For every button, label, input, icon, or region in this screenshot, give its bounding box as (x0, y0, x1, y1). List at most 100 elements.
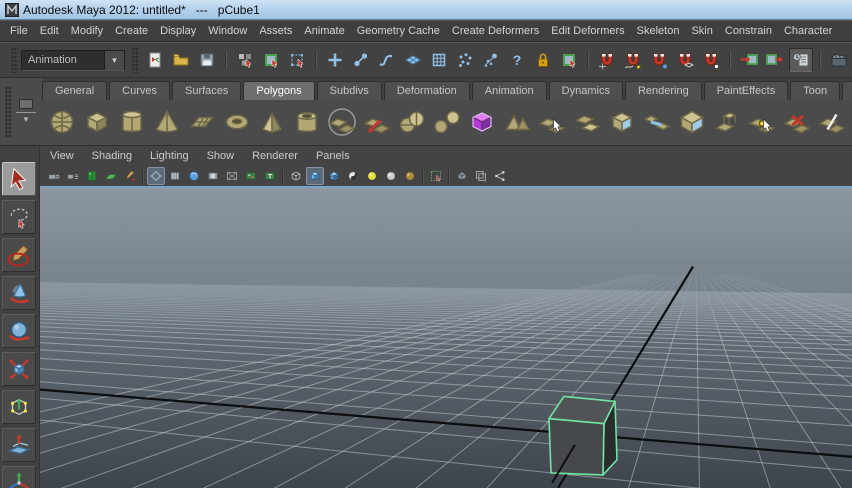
lock-selection-icon[interactable] (531, 48, 555, 72)
menu-edit-deformers[interactable]: Edit Deformers (545, 22, 630, 40)
sculpt-geometry-icon[interactable] (325, 103, 359, 141)
snap-live-icon[interactable] (699, 48, 723, 72)
smooth-shade-icon[interactable] (305, 167, 324, 185)
select-by-hierarchy-icon[interactable] (233, 48, 257, 72)
viewport-perspective[interactable] (40, 188, 852, 488)
rotate-tool[interactable] (2, 314, 36, 348)
highlight-selection-icon[interactable] (557, 48, 581, 72)
construction-history-icon[interactable] (789, 48, 813, 72)
move-tool[interactable] (2, 276, 36, 310)
titlebar[interactable]: Autodesk Maya 2012: untitled* --- pCube1 (0, 0, 852, 20)
shelf-tab-rendering[interactable]: Rendering (624, 80, 702, 100)
snap-plane-icon[interactable] (673, 48, 697, 72)
bevel-icon[interactable] (605, 103, 639, 141)
universal-manipulator-tool[interactable] (2, 390, 36, 424)
safe-action-icon[interactable] (204, 167, 222, 185)
menu-modify[interactable]: Modify (65, 22, 109, 40)
paint-tool-icon[interactable] (121, 167, 139, 185)
input-connections-icon[interactable] (737, 48, 761, 72)
output-connections-icon[interactable] (763, 48, 787, 72)
shelf-tab-deformation[interactable]: Deformation (383, 80, 470, 100)
mask-surfaces-icon[interactable] (401, 48, 425, 72)
mask-points-icon[interactable] (323, 48, 347, 72)
grip-handle[interactable] (11, 47, 18, 73)
frame-rate-icon[interactable] (242, 167, 260, 185)
poly-sphere-icon[interactable] (45, 103, 79, 141)
film-gate-icon[interactable] (146, 167, 165, 185)
ambient-light-icon[interactable] (401, 167, 419, 185)
shelf-menu-button[interactable] (19, 99, 33, 109)
menu-create-deformers[interactable]: Create Deformers (446, 22, 545, 40)
camera-attributes-icon[interactable] (64, 167, 82, 185)
poly-cylinder-icon[interactable] (115, 103, 149, 141)
safe-title-icon[interactable] (223, 167, 241, 185)
wedge-icon[interactable] (675, 103, 709, 141)
shelf-tab-surfaces[interactable]: Surfaces (171, 80, 242, 100)
menu-create[interactable]: Create (109, 22, 154, 40)
extract-faces-icon[interactable] (360, 103, 394, 141)
poly-plane-icon[interactable] (185, 103, 219, 141)
panel-menu-lighting[interactable]: Lighting (150, 148, 199, 164)
default-light-icon[interactable] (363, 167, 381, 185)
delete-edges-icon[interactable] (780, 103, 814, 141)
menu-animate[interactable]: Animate (298, 22, 350, 40)
select-faces-icon[interactable] (535, 103, 569, 141)
grip-handle[interactable] (132, 47, 139, 73)
soft-modification-tool[interactable] (2, 428, 36, 462)
extrude-faces-icon[interactable] (710, 103, 744, 141)
bookmarks-icon[interactable] (83, 167, 101, 185)
menu-file[interactable]: File (4, 22, 34, 40)
mask-dynamics-icon[interactable] (453, 48, 477, 72)
save-scene-icon[interactable] (195, 48, 219, 72)
resolution-gate-icon[interactable] (166, 167, 184, 185)
pcube1-object[interactable] (548, 395, 618, 484)
snap-grid-icon[interactable] (595, 48, 619, 72)
mask-curves-icon[interactable] (375, 48, 399, 72)
menu-skeleton[interactable]: Skeleton (631, 22, 686, 40)
poly-torus-icon[interactable] (220, 103, 254, 141)
menu-skin[interactable]: Skin (685, 22, 718, 40)
poly-pyramid-icon[interactable] (255, 103, 289, 141)
snap-point-icon[interactable] (647, 48, 671, 72)
render-view-icon[interactable] (827, 48, 850, 72)
menu-character[interactable]: Character (778, 22, 838, 40)
use-default-material-icon[interactable] (344, 167, 362, 185)
select-camera-icon[interactable] (45, 167, 63, 185)
triangulate-icon[interactable] (500, 103, 534, 141)
select-tool[interactable] (2, 162, 36, 196)
display-textures-icon[interactable]: T (261, 167, 279, 185)
shelf-tab-general[interactable]: General (42, 80, 108, 100)
panel-menu-show[interactable]: Show (207, 148, 245, 164)
snap-curve-icon[interactable] (621, 48, 645, 72)
merge-vertices-icon[interactable] (745, 103, 779, 141)
menu-assets[interactable]: Assets (253, 22, 298, 40)
new-scene-icon[interactable] (143, 48, 167, 72)
lasso-select-tool[interactable] (2, 200, 36, 234)
shelf-tab-toon[interactable]: Toon (790, 80, 841, 100)
panel-menu-shading[interactable]: Shading (92, 148, 142, 164)
panel-menu-view[interactable]: View (50, 148, 84, 164)
scale-tool[interactable] (2, 352, 36, 386)
all-lights-icon[interactable] (382, 167, 400, 185)
menu-geometry-cache[interactable]: Geometry Cache (351, 22, 446, 40)
menu-display[interactable]: Display (154, 22, 202, 40)
menu-window[interactable]: Window (202, 22, 253, 40)
single-pane-icon[interactable] (453, 167, 471, 185)
grip-handle[interactable] (5, 85, 12, 138)
menu-edit[interactable]: Edit (34, 22, 65, 40)
show-manipulator-tool[interactable] (2, 466, 36, 488)
isolate-select-icon[interactable] (427, 167, 445, 185)
panel-menu-panels[interactable]: Panels (316, 148, 360, 164)
gate-mask-icon[interactable] (185, 167, 203, 185)
separate-icon[interactable] (430, 103, 464, 141)
mask-misc-icon[interactable]: ? (505, 48, 529, 72)
chevron-down-icon[interactable]: ▼ (22, 116, 30, 124)
paint-selection-tool[interactable] (2, 238, 36, 272)
menu-constrain[interactable]: Constrain (719, 22, 778, 40)
pane-layouts-icon[interactable] (472, 167, 490, 185)
shelf-tab-painteffects[interactable]: PaintEffects (703, 80, 789, 100)
poly-cone-icon[interactable] (150, 103, 184, 141)
duplicate-faces-icon[interactable] (570, 103, 604, 141)
open-scene-icon[interactable] (169, 48, 193, 72)
select-by-object-icon[interactable] (259, 48, 283, 72)
